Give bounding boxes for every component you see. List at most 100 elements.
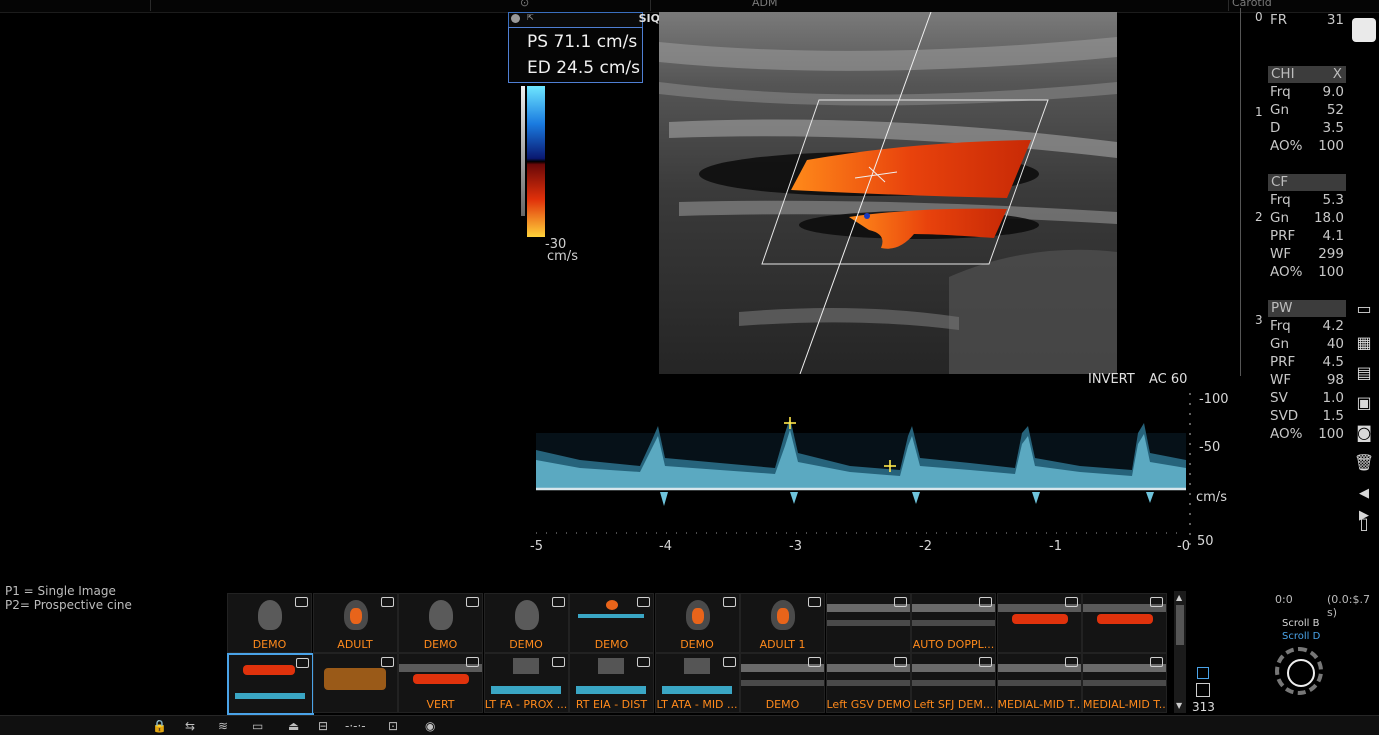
camera-icon [808, 597, 821, 607]
scroll-b-label: Scroll B [1282, 618, 1320, 629]
x-tick: -0 [1177, 539, 1190, 554]
ed-value: ED 24.5 cm/s [527, 58, 640, 78]
phone-icon[interactable]: ▯ [1352, 513, 1376, 535]
param-row: D 3.5 [1270, 120, 1344, 136]
menu-button[interactable] [1352, 18, 1376, 42]
scroll-down-icon[interactable]: ▼ [1176, 701, 1182, 710]
thumbnail[interactable]: MEDIAL-MID T... [996, 653, 1082, 713]
thumbnail[interactable]: MEDIAL-MID T... [1082, 653, 1167, 713]
thumbnail-caption: DEMO [423, 638, 458, 651]
camera-icon [380, 597, 394, 607]
thumbnail-caption: DEMO [765, 698, 800, 711]
top-divider [150, 0, 151, 11]
scroll-d-label: Scroll D [1282, 631, 1321, 642]
thumbnail[interactable]: ADULT 1 [740, 593, 825, 653]
camera-icon [466, 657, 479, 667]
thumbnail-caption: Left GSV DEMO [826, 698, 910, 711]
cf-header: CF [1268, 174, 1346, 191]
thumbnail[interactable] [1082, 593, 1167, 653]
camera-icon [1064, 597, 1078, 607]
battery-icon: ▭ [252, 719, 264, 733]
thumbnail-caption: DEMO [680, 638, 714, 651]
param-row: Gn 40 [1270, 336, 1344, 352]
thumbnail[interactable]: DEMO [483, 593, 569, 653]
clip-checkbox-icon[interactable] [1196, 683, 1210, 697]
camera-icon [979, 657, 992, 667]
thumbnail[interactable]: LT FA - PROX ... [483, 653, 569, 713]
thumbnail[interactable]: RT EIA - DIST [569, 653, 654, 713]
camera-icon [722, 597, 736, 607]
x-tick: -2 [919, 539, 932, 554]
camera-icon [979, 597, 992, 607]
camera-icon [466, 597, 479, 607]
thumbnail-caption: DEMO [594, 638, 629, 651]
p2-label: P2= Prospective cine [5, 598, 132, 612]
dots-icon: -·-·- [345, 719, 366, 733]
invert-label: INVERT [1088, 372, 1135, 387]
thumbnail[interactable]: DEMO [398, 593, 483, 653]
clip-select-icon[interactable] [1197, 667, 1209, 679]
thumbnail-caption: ADULT 1 [759, 638, 806, 651]
thumbnail[interactable]: DEMO [227, 593, 312, 653]
param-row: PRF 4.1 [1270, 228, 1344, 244]
tool-column: ▭ ▦ ▤ ▣ ◙ 🗑 ◀ ▶ ▯ [1347, 0, 1379, 734]
camera-settings-icon[interactable]: ◙ [1352, 422, 1376, 444]
thumbnail-caption: MEDIAL-MID T... [997, 698, 1081, 711]
preset-legend: P1 = Single Image P2= Prospective cine [5, 584, 132, 612]
thumbnail[interactable]: DEMO [740, 653, 825, 713]
x-tick: -4 [659, 539, 672, 554]
trackball-icon[interactable] [1275, 647, 1323, 695]
measurement-header[interactable]: ⇱ SIQ [508, 12, 660, 28]
param-row: AO% 100 [1270, 264, 1344, 280]
thumbnail[interactable]: VERT [398, 653, 483, 713]
cursor-icon: ⇱ [527, 13, 534, 22]
camera-icon [1064, 657, 1078, 667]
image-grid-icon[interactable]: ▤ [1352, 362, 1376, 384]
measurement-box[interactable]: PS 71.1 cm/s ED 24.5 cm/s [508, 27, 643, 83]
thumbnail[interactable]: Left GSV DEMO [825, 653, 911, 713]
x-tick: -1 [1049, 539, 1062, 554]
param-row: Gn 18.0 [1270, 210, 1344, 226]
thumbnail[interactable]: Left SFJ DEM... [911, 653, 996, 713]
depth-ruler [1240, 8, 1241, 376]
ultrasound-bmode-image[interactable] [659, 12, 1117, 374]
param-row: SV 1.0 [1270, 390, 1344, 406]
thumbnail[interactable]: DEMO [654, 593, 740, 653]
thumbnail-caption: LT ATA - MID ... [656, 698, 738, 711]
monitor-icon[interactable]: ▭ [1352, 298, 1376, 320]
siq-label: SIQ [638, 12, 660, 25]
top-divider [1228, 0, 1229, 11]
top-icon: ⊙ [520, 0, 530, 9]
thumbnail[interactable] [227, 653, 314, 715]
report-icon[interactable]: ▣ [1352, 392, 1376, 414]
ps-value: PS 71.1 cm/s [527, 32, 638, 52]
thumbnail-caption: Left SFJ DEM... [913, 698, 994, 711]
prev-next-icon[interactable]: ◀ ▶ [1352, 483, 1376, 523]
y-tick: -50 [1199, 440, 1221, 455]
ac-label: AC 60 [1149, 372, 1188, 387]
trackball-center [1287, 659, 1315, 687]
thumbnail[interactable] [825, 593, 911, 653]
thumbnail-scrollbar[interactable]: ▲ ▼ [1174, 591, 1186, 713]
camera-icon [551, 597, 565, 607]
camera-icon [1150, 597, 1163, 607]
trash-icon[interactable]: 🗑 [1352, 452, 1376, 474]
network-off-icon: ⇆ [185, 719, 196, 733]
thumbnail[interactable]: ADULT [312, 593, 398, 653]
param-row: WF 98 [1270, 372, 1344, 388]
thumbnail[interactable]: LT ATA - MID ... [654, 653, 740, 713]
doppler-spectrum[interactable] [520, 388, 1240, 558]
thumbnail[interactable]: AUTO DOPPL... [911, 593, 996, 653]
thumbnail[interactable]: DEMO [569, 593, 654, 653]
record-icon [511, 14, 520, 23]
param-row: AO% 100 [1270, 426, 1344, 442]
thumbnail[interactable] [312, 653, 398, 713]
camera-icon [893, 597, 907, 607]
camera-icon [1150, 657, 1163, 667]
scroll-thumb[interactable] [1176, 605, 1184, 645]
thumbnail-caption: DEMO [509, 638, 543, 651]
table-icon[interactable]: ▦ [1352, 332, 1376, 354]
scale-unit: cm/s [547, 249, 578, 264]
thumbnail[interactable] [996, 593, 1082, 653]
scroll-up-icon[interactable]: ▲ [1176, 593, 1182, 602]
